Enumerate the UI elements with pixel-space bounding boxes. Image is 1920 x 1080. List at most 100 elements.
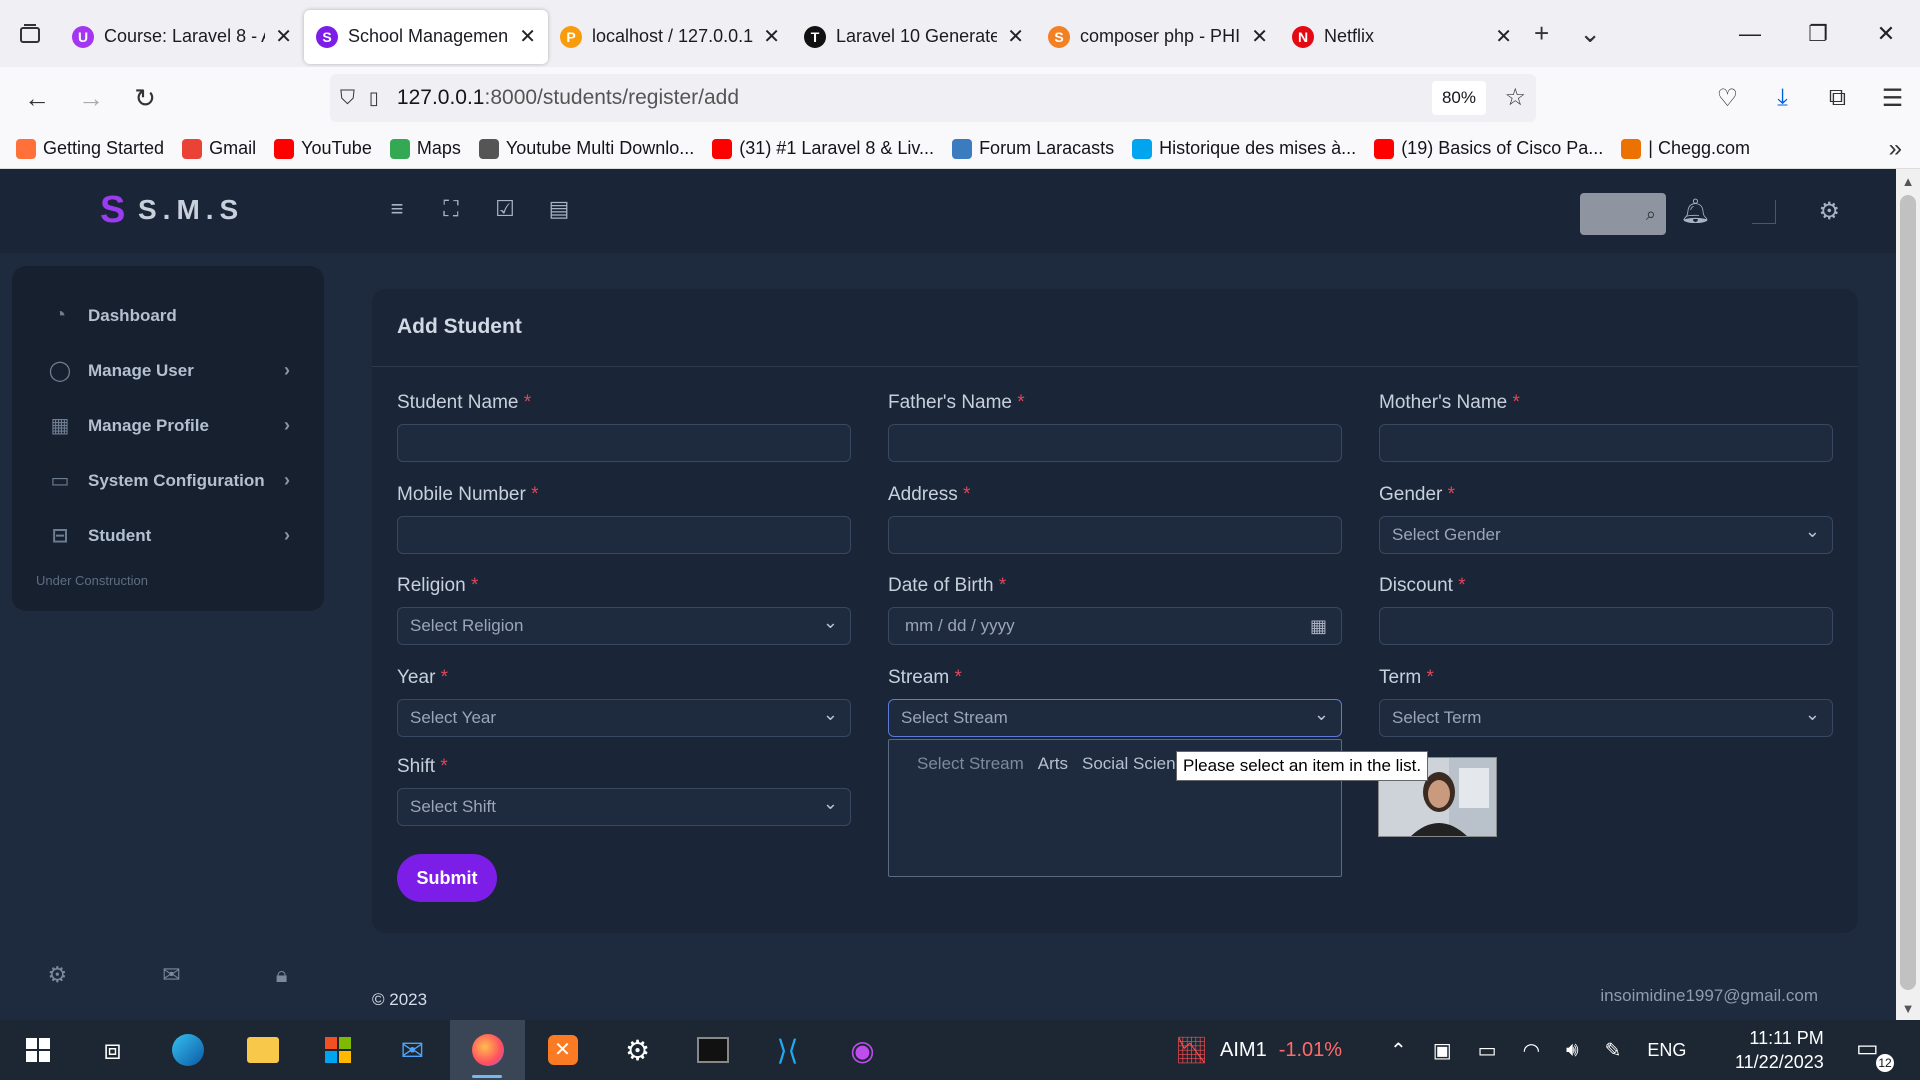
extensions-icon[interactable]: ⧉ <box>1810 84 1865 112</box>
page-scrollbar[interactable]: ▲ ▼ <box>1896 169 1920 1020</box>
language-indicator[interactable]: ENG <box>1647 1040 1686 1061</box>
mother-name-input[interactable] <box>1379 424 1833 462</box>
tab-close-icon[interactable]: ✕ <box>275 24 292 49</box>
header-search-input[interactable]: ⌕ <box>1580 193 1666 235</box>
bookmark-item[interactable]: | Chegg.com <box>1621 138 1750 159</box>
bookmark-item[interactable]: (19) Basics of Cisco Pa... <box>1374 138 1603 159</box>
edge-browser-icon[interactable] <box>150 1020 225 1080</box>
bookmark-item[interactable]: Getting Started <box>16 138 164 159</box>
stream-option[interactable]: Arts <box>1024 748 1068 779</box>
settings-app-icon[interactable]: ⚙ <box>600 1020 675 1080</box>
bookmark-star-icon[interactable]: ☆ <box>1504 83 1526 112</box>
date-picker-icon[interactable]: ▦ <box>1310 616 1327 637</box>
xampp-icon[interactable]: ✕ <box>525 1020 600 1080</box>
tab-close-icon[interactable]: ✕ <box>1251 24 1268 49</box>
tab-list-chevron-icon[interactable]: ⌄ <box>1579 18 1601 49</box>
downloads-icon[interactable]: ⤓ <box>1755 84 1810 112</box>
pocket-icon[interactable]: ♡ <box>1700 84 1755 113</box>
firefox-icon[interactable] <box>450 1020 525 1080</box>
tab-overview-icon[interactable] <box>0 0 60 67</box>
browser-tab[interactable]: S School Managemen ✕ <box>304 9 548 64</box>
bookmarks-overflow-icon[interactable]: » <box>1889 135 1902 163</box>
task-view-icon[interactable]: ⧈ <box>75 1020 150 1080</box>
taskbar-clock[interactable]: 11:11 PM 11/22/2023 <box>1735 1026 1824 1074</box>
menu-icon[interactable]: ☰ <box>1865 84 1920 113</box>
term-select[interactable]: Select Term <box>1379 699 1833 737</box>
stream-option[interactable]: Social Science <box>1068 748 1194 779</box>
student-name-input[interactable] <box>397 424 851 462</box>
windows-start-icon[interactable] <box>0 1020 75 1080</box>
vscode-icon[interactable]: ⟩⟨ <box>750 1020 825 1080</box>
submit-button[interactable]: Submit <box>397 854 497 902</box>
bookmark-item[interactable]: (31) #1 Laravel 8 & Liv... <box>712 138 934 159</box>
device-icon[interactable]: ▣ <box>1433 1038 1452 1063</box>
forward-icon[interactable]: → <box>64 71 118 125</box>
stream-option[interactable]: Select Stream <box>903 748 1024 779</box>
discount-input[interactable] <box>1379 607 1833 645</box>
tab-close-icon[interactable]: ✕ <box>1495 24 1512 49</box>
mobile-input[interactable] <box>397 516 851 554</box>
calendar-icon[interactable]: ▤ <box>547 196 571 221</box>
scroll-down-icon[interactable]: ▼ <box>1896 996 1920 1020</box>
bookmark-item[interactable]: Historique des mises à... <box>1132 138 1356 159</box>
battery-icon[interactable]: ▭ <box>1478 1038 1497 1063</box>
sidebar-item-manage-profile[interactable]: ▦ Manage Profile › <box>12 398 324 453</box>
wifi-icon[interactable]: ◠ <box>1523 1038 1540 1063</box>
sidebar-item-manage-user[interactable]: ◯ Manage User › <box>12 343 324 398</box>
hamburger-icon[interactable]: ≡ <box>385 196 409 221</box>
sidebar-item-system-configuration[interactable]: ▭ System Configuration › <box>12 453 324 508</box>
volume-icon[interactable]: 🔊︎ <box>1566 1039 1579 1062</box>
address-bar[interactable]: ⛉ ▯ 127.0.0.1:8000/students/register/add… <box>330 74 1536 122</box>
browser-tab[interactable]: N Netflix ✕ <box>1280 10 1524 64</box>
scrollbar-thumb[interactable] <box>1900 195 1916 990</box>
shield-icon[interactable]: ⛉ <box>340 87 355 110</box>
new-tab-icon[interactable]: + <box>1534 18 1549 49</box>
father-name-input[interactable] <box>888 424 1342 462</box>
url-text[interactable]: 127.0.0.1:8000/students/register/add <box>397 86 739 110</box>
fullscreen-icon[interactable]: ⛶ <box>439 196 463 221</box>
stock-widget[interactable]: 📉︎ AIM1 -1.01% <box>1175 1020 1342 1080</box>
bookmark-item[interactable]: Gmail <box>182 138 256 159</box>
scroll-up-icon[interactable]: ▲ <box>1896 169 1920 193</box>
tab-close-icon[interactable]: ✕ <box>519 24 536 49</box>
browser-tab[interactable]: T Laravel 10 Generate ✕ <box>792 10 1036 64</box>
bookmark-item[interactable]: Forum Laracasts <box>952 138 1114 159</box>
year-select[interactable]: Select Year <box>397 699 851 737</box>
footer-gear-icon[interactable]: ⚙ <box>48 962 68 988</box>
zoom-level[interactable]: 80% <box>1431 81 1486 115</box>
browser-tab[interactable]: Scomposer php - PHI ✕ <box>1036 10 1280 64</box>
bookmark-item[interactable]: Maps <box>389 138 461 159</box>
settings-gear-icon[interactable]: ⚙ <box>1818 197 1840 226</box>
user-avatar[interactable] <box>1752 199 1777 224</box>
bookmark-item[interactable]: Youtube Multi Downlo... <box>478 138 694 159</box>
terminal-icon[interactable] <box>675 1020 750 1080</box>
sidebar-item-dashboard[interactable]: ◔ Dashboard <box>12 288 324 343</box>
gender-select[interactable]: Select Gender <box>1379 516 1833 554</box>
tab-close-icon[interactable]: ✕ <box>763 24 780 49</box>
bookmark-item[interactable]: YouTube <box>274 138 372 159</box>
footer-mail-icon[interactable]: ✉ <box>162 962 180 988</box>
microsoft-store-icon[interactable] <box>300 1020 375 1080</box>
pen-icon[interactable]: ✎ <box>1605 1038 1622 1063</box>
notification-center-icon[interactable]: ▭ 12 <box>1856 1034 1894 1072</box>
browser-tab[interactable]: Plocalhost / 127.0.0.1 ✕ <box>548 10 792 64</box>
tray-chevron-icon[interactable]: ⌃ <box>1390 1038 1407 1063</box>
stream-select[interactable]: Select Stream <box>888 699 1342 737</box>
shift-select[interactable]: Select Shift <box>397 788 851 826</box>
sidebar-item-student[interactable]: ⊟ Student › <box>12 508 324 563</box>
notification-bell-icon[interactable]: 🔔︎ <box>1680 197 1710 226</box>
file-explorer-icon[interactable] <box>225 1020 300 1080</box>
reload-icon[interactable]: ↻ <box>118 71 172 125</box>
app-mask-icon[interactable]: ◉ <box>825 1020 900 1080</box>
window-close-icon[interactable]: ✕ <box>1852 0 1920 67</box>
restore-icon[interactable]: ❐ <box>1784 0 1852 67</box>
checkbox-icon[interactable]: ☑ <box>493 196 517 221</box>
religion-select[interactable]: Select Religion <box>397 607 851 645</box>
brand[interactable]: S S.M.S <box>100 191 244 229</box>
dob-input[interactable]: mm / dd / yyyy ▦ <box>888 607 1342 645</box>
browser-tab[interactable]: U Course: Laravel 8 - A ✕ <box>60 10 304 64</box>
footer-lock-icon[interactable]: 🔒︎ <box>276 962 288 988</box>
tab-close-icon[interactable]: ✕ <box>1007 24 1024 49</box>
address-input[interactable] <box>888 516 1342 554</box>
back-icon[interactable]: ← <box>10 71 64 125</box>
